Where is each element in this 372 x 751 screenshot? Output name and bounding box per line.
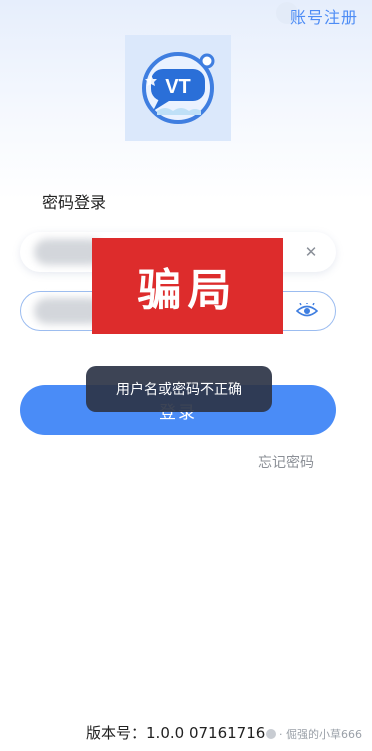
login-title: 密码登录 (42, 193, 107, 212)
version-label: 版本号： (86, 724, 147, 742)
register-link[interactable]: 账号注册 (290, 4, 358, 28)
clear-icon[interactable]: ✕ (302, 243, 320, 261)
watermark-icon (266, 729, 276, 739)
version-info: 版本号：1.0.0 07161716 (86, 722, 265, 743)
eye-icon[interactable] (296, 303, 318, 319)
error-toast: 用户名或密码不正确 (86, 366, 272, 412)
version-value: 1.0.0 07161716 (146, 724, 266, 742)
scam-warning-stamp: 骗局 (92, 238, 283, 334)
app-logo: VT (125, 35, 231, 141)
forgot-password-link[interactable]: 忘记密码 (258, 452, 314, 472)
watermark: · 倔强的小草666 (266, 726, 362, 742)
watermark-text: · 倔强的小草666 (279, 728, 362, 741)
logo-text: VT (165, 76, 191, 98)
